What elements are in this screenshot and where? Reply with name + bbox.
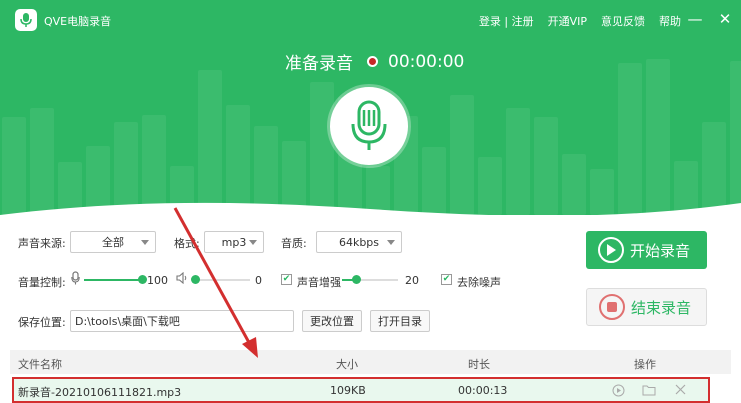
annotation-arrow [173, 207, 258, 358]
